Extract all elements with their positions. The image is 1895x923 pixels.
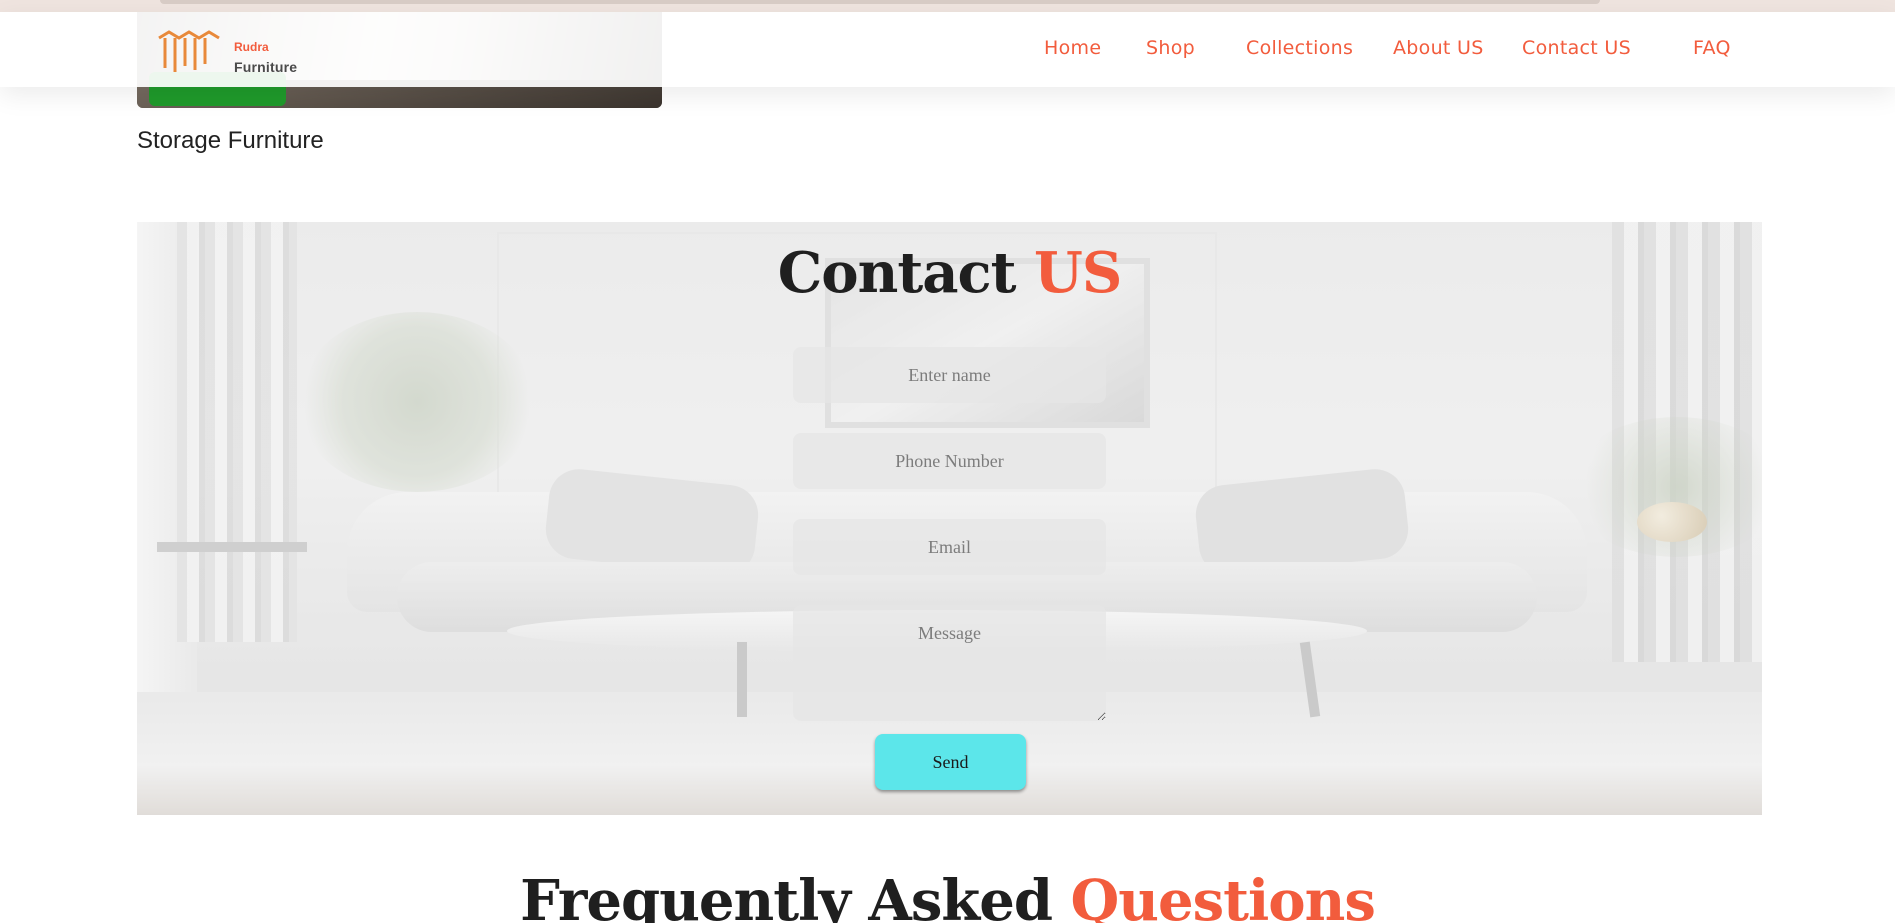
contact-title: Contact US bbox=[137, 240, 1762, 306]
phone-input[interactable] bbox=[793, 433, 1106, 489]
nav-home[interactable]: Home bbox=[1044, 37, 1101, 59]
faq-title-main: Frequently Asked bbox=[520, 868, 1053, 923]
faq-title: Frequently Asked Questions bbox=[0, 868, 1895, 923]
nav-collections[interactable]: Collections bbox=[1246, 37, 1353, 59]
top-strip-pill bbox=[160, 0, 1600, 4]
send-button[interactable]: Send bbox=[875, 734, 1026, 790]
product-title[interactable]: Storage Furniture bbox=[137, 127, 324, 155]
nav-faq[interactable]: FAQ bbox=[1693, 37, 1731, 59]
name-input[interactable] bbox=[793, 347, 1106, 403]
contact-title-accent: US bbox=[1033, 240, 1122, 306]
nav-shop[interactable]: Shop bbox=[1146, 37, 1195, 59]
contact-section: Contact US Send bbox=[137, 222, 1762, 815]
message-textarea[interactable] bbox=[793, 605, 1106, 721]
email-input[interactable] bbox=[793, 519, 1106, 575]
navbar: Rudra Furniture Home Shop Collections Ab… bbox=[0, 12, 1895, 87]
nav-about-us[interactable]: About US bbox=[1393, 37, 1484, 59]
top-strip bbox=[0, 0, 1895, 12]
nav-links: Home Shop Collections About US Contact U… bbox=[0, 37, 1895, 67]
faq-title-accent: Questions bbox=[1070, 868, 1375, 923]
contact-title-main: Contact bbox=[777, 240, 1017, 306]
nav-contact-us[interactable]: Contact US bbox=[1522, 37, 1631, 59]
